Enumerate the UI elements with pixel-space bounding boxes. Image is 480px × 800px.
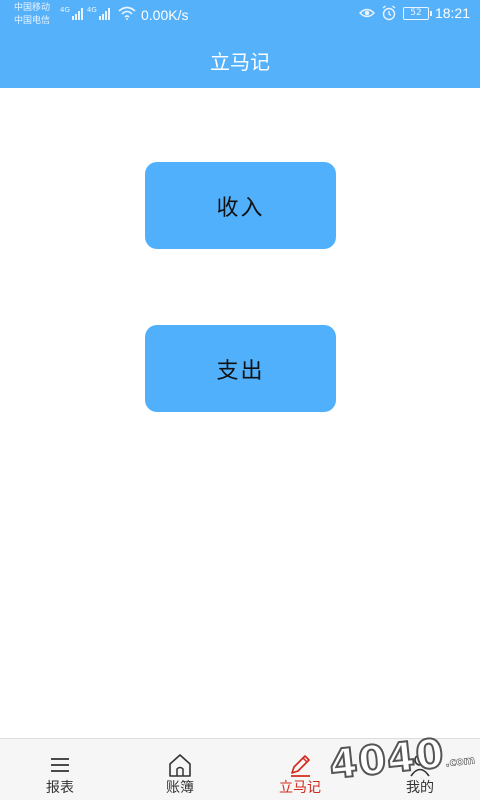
eye-icon (358, 8, 375, 18)
tab-report[interactable]: 报表 (0, 739, 120, 800)
app-header: 立马记 (0, 32, 480, 88)
income-button[interactable]: 收入 (145, 162, 336, 249)
page-title: 立马记 (210, 49, 270, 74)
network-type-1: 4G (60, 6, 70, 14)
status-bar: 中国移动 中国电信 4G 4G 0.00K/s 52 18:21 (0, 0, 480, 32)
tab-label: 账簿 (166, 780, 194, 796)
carrier-1: 中国移动 (14, 3, 51, 13)
tab-label: 报表 (46, 780, 74, 796)
bottom-tab-bar: 报表 账簿 立马记 我的 (0, 738, 480, 800)
net-speed: 0.00K/s (141, 7, 189, 23)
clock: 18:21 (434, 5, 470, 21)
tab-label: 立马记 (279, 780, 321, 796)
network-type-2: 4G (86, 6, 97, 14)
battery-icon: 52 (402, 6, 432, 20)
carrier-info: 中国移动 中国电信 (14, 2, 50, 28)
tab-label: 我的 (406, 780, 434, 796)
tab-record[interactable]: 立马记 (240, 739, 360, 800)
carrier-2: 中国电信 (14, 16, 51, 26)
signal-icon: 4G (60, 6, 83, 20)
wifi-icon (118, 6, 136, 20)
expense-button[interactable]: 支出 (145, 325, 336, 412)
home-icon (169, 754, 191, 777)
menu-icon (51, 758, 69, 772)
status-right-icons: 52 18:21 (358, 5, 470, 21)
network-icons: 4G 4G (60, 6, 136, 20)
person-icon (410, 754, 430, 777)
pencil-icon (291, 755, 310, 777)
alarm-icon (382, 5, 396, 21)
tab-ledger[interactable]: 账簿 (120, 739, 240, 800)
tab-mine[interactable]: 我的 (360, 739, 480, 800)
signal-icon: 4G (87, 6, 110, 20)
